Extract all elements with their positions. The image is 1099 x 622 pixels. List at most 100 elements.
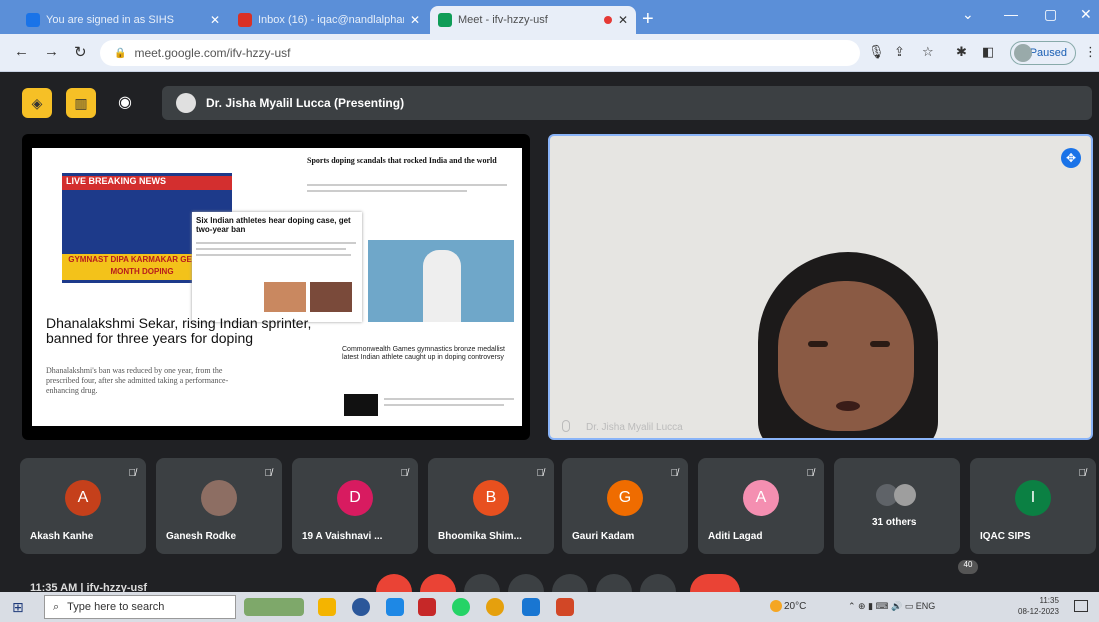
language-indicator: ENG — [915, 601, 936, 611]
avatar: I — [1015, 480, 1051, 516]
forward-button[interactable]: → — [44, 43, 59, 60]
file-explorer-icon[interactable] — [318, 598, 336, 616]
clock-date: 08-12-2023 — [1018, 607, 1059, 616]
avatar: G — [607, 480, 643, 516]
presenting-bar: Dr. Jisha Myalil Lucca (Presenting) — [162, 86, 1092, 120]
participant-tile[interactable]: 🎙̸ Ganesh Rodke — [156, 458, 282, 554]
new-tab-button[interactable]: + — [642, 8, 654, 31]
mic-icon[interactable]: 🎙 — [868, 44, 885, 60]
participant-tile[interactable]: 🎙̸ G Gauri Kadam — [562, 458, 688, 554]
lock-icon: 🔒 — [114, 47, 127, 59]
tab-inbox[interactable]: Inbox (16) - iqac@nandlalpharma... ✕ — [230, 6, 428, 34]
browser-tab-strip: You are signed in as SIHS ✕ Inbox (16) -… — [0, 0, 1099, 34]
profile-paused-button[interactable]: Paused — [1010, 41, 1076, 65]
weather-temp: 20°C — [784, 601, 807, 612]
taskbar-clock[interactable]: 11:35 08-12-2023 — [1018, 595, 1059, 617]
bookmark-star-icon[interactable]: ☆ — [922, 44, 934, 60]
layout-button[interactable]: ▥ — [66, 88, 96, 118]
participant-name: 31 others — [872, 517, 917, 528]
address-bar[interactable]: 🔒 meet.google.com/ifv-hzzy-usf — [100, 40, 860, 66]
close-window-button[interactable]: ✕ — [1080, 6, 1092, 23]
gmail-icon — [238, 13, 252, 27]
powerpoint-icon[interactable] — [556, 598, 574, 616]
whatsapp-icon[interactable] — [452, 598, 470, 616]
mic-icon — [562, 420, 570, 432]
divider — [307, 184, 507, 186]
extensions-icon[interactable]: ✱ — [956, 44, 967, 60]
side-panel-icon[interactable]: ◧ — [982, 44, 994, 60]
player-figure — [423, 250, 461, 322]
divider — [384, 398, 514, 400]
clock-time: 11:35 — [1039, 596, 1059, 605]
windows-start-icon[interactable]: ⊞ — [12, 599, 24, 616]
google-icon — [26, 13, 40, 27]
speaker-mouth — [836, 401, 860, 411]
tab-meet[interactable]: Meet - ifv-hzzy-usf ✕ — [430, 6, 636, 34]
avatar: A — [743, 480, 779, 516]
avatar: A — [65, 480, 101, 516]
avatar — [201, 480, 237, 516]
mic-off-icon: 🎙̸ — [1078, 468, 1087, 479]
participant-tile-others[interactable]: 31 others — [834, 458, 960, 554]
tab-title: You are signed in as SIHS — [46, 14, 175, 26]
main-headline: Dhanalakshmi Sekar, rising Indian sprint… — [46, 315, 312, 346]
windows-taskbar: ⊞ ⌕ Type here to search 20°C ⌃ ⊕ ▮ ⌨ 🔊 ▭… — [0, 592, 1099, 622]
profile-label: Paused — [1029, 47, 1067, 59]
meet-icon — [438, 13, 452, 27]
participant-name: Aditi Lagad — [708, 531, 763, 542]
side-article: Commonwealth Games gymnastics bronze med… — [342, 346, 506, 361]
athlete-photo — [310, 282, 352, 312]
people-count-badge: 40 — [958, 560, 978, 574]
divider — [196, 254, 351, 256]
edge-icon[interactable] — [352, 598, 370, 616]
reload-button[interactable]: ↻ — [74, 43, 87, 61]
cricket-photo — [368, 240, 514, 322]
url-text: meet.google.com/ifv-hzzy-usf — [134, 46, 291, 60]
pdf-icon[interactable] — [418, 598, 436, 616]
avatar — [176, 93, 196, 113]
chrome-icon[interactable] — [486, 598, 504, 616]
taskbar-search[interactable]: ⌕ Type here to search — [44, 595, 236, 619]
avatar — [894, 484, 916, 506]
system-tray[interactable]: ⌃ ⊕ ▮ ⌨ 🔊 ▭ ENG — [848, 601, 935, 612]
divider — [307, 190, 467, 192]
participant-tile[interactable]: 🎙̸ B Bhoomika Shim... — [428, 458, 554, 554]
main-body: Dhanalakshmi's ban was reduced by one ye… — [46, 366, 229, 395]
browser-toolbar: ← → ↻ 🔒 meet.google.com/ifv-hzzy-usf 🎙 ⇪… — [0, 34, 1099, 72]
participant-name: Bhoomika Shim... — [438, 531, 522, 542]
participant-tile[interactable]: 🎙̸ A Aditi Lagad — [698, 458, 824, 554]
tab-signed-in[interactable]: You are signed in as SIHS ✕ — [18, 6, 228, 34]
speaker-name: Dr. Jisha Myalil Lucca — [586, 422, 683, 433]
photos-icon[interactable] — [522, 598, 540, 616]
share-icon[interactable]: ⇪ — [894, 44, 905, 60]
close-icon[interactable]: ✕ — [210, 13, 220, 27]
weather-icon — [770, 600, 782, 612]
chevron-down-icon[interactable]: ⌄ — [962, 6, 974, 23]
breaking-news-label: LIVE BREAKING NEWS — [62, 176, 232, 190]
store-icon[interactable] — [386, 598, 404, 616]
maximize-button[interactable]: ▢ — [1044, 6, 1057, 23]
mic-off-icon: 🎙̸ — [670, 468, 679, 479]
eye-icon[interactable]: ◉ — [118, 92, 132, 112]
close-icon[interactable]: ✕ — [410, 13, 420, 27]
news-widget[interactable] — [244, 598, 304, 616]
minimize-button[interactable]: — — [1004, 6, 1018, 22]
activities-button[interactable]: ◈ — [22, 88, 52, 118]
participant-name: Ganesh Rodke — [166, 531, 237, 542]
shared-slide: LIVE BREAKING NEWS GYMNAST DIPA KARMAKAR… — [32, 148, 522, 426]
participant-tile[interactable]: 🎙̸ I IQAC SIPS — [970, 458, 1096, 554]
back-button[interactable]: ← — [14, 43, 29, 60]
mic-off-icon: 🎙̸ — [806, 468, 815, 479]
participant-tile[interactable]: 🎙̸ D 19 A Vaishnavi ... — [292, 458, 418, 554]
notification-icon[interactable] — [1074, 600, 1088, 612]
divider — [196, 248, 346, 250]
avatar — [1014, 44, 1032, 62]
avatar: B — [473, 480, 509, 516]
participant-tile[interactable]: 🎙̸ A Akash Kanhe — [20, 458, 146, 554]
pin-icon[interactable]: ✥ — [1061, 148, 1081, 168]
close-icon[interactable]: ✕ — [618, 13, 628, 27]
menu-kebab-icon[interactable]: ⋮ — [1084, 44, 1097, 60]
participant-name: Akash Kanhe — [30, 531, 94, 542]
speaker-video-tile[interactable]: Dr. Jisha Myalil Lucca ✥ — [548, 134, 1093, 440]
divider — [196, 242, 356, 244]
